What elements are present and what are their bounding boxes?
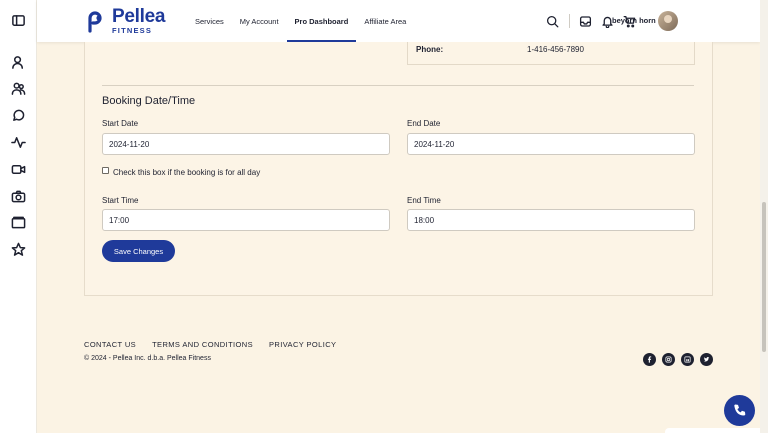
booking-section-title: Booking Date/Time [102, 95, 196, 107]
video-icon[interactable] [10, 161, 27, 178]
search-icon[interactable] [545, 14, 559, 28]
nav-services[interactable]: Services [187, 0, 232, 42]
main-nav: Services My Account Pro Dashboard Affili… [187, 0, 414, 42]
end-time-input[interactable]: 18:00 [407, 209, 695, 231]
copyright: © 2024 - Pellea Inc. d.b.a. Pellea Fitne… [84, 355, 211, 362]
scrollbar-thumb[interactable] [762, 202, 766, 352]
footer-link-privacy[interactable]: PRIVACY POLICY [269, 340, 336, 349]
end-time-label: End Time [407, 196, 441, 205]
brand-logo[interactable]: Pellea FITNESS [84, 6, 166, 36]
brand-sub: FITNESS [112, 26, 153, 36]
end-date-label: End Date [407, 119, 441, 128]
twitter-icon[interactable] [700, 353, 713, 366]
call-button[interactable] [724, 395, 755, 426]
start-time-input[interactable]: 17:00 [102, 209, 390, 231]
users-icon[interactable] [10, 80, 27, 97]
header-divider [569, 14, 570, 28]
avatar[interactable] [658, 11, 678, 31]
facebook-icon[interactable] [643, 353, 656, 366]
footer-links: CONTACT US TERMS AND CONDITIONS PRIVACY … [84, 340, 352, 349]
nav-pro-dashboard[interactable]: Pro Dashboard [286, 0, 357, 42]
phone-icon [733, 404, 745, 415]
section-divider [102, 85, 694, 86]
user-name[interactable]: beyorn horn [612, 16, 656, 25]
brand-name: Pellea [112, 6, 166, 28]
star-icon[interactable] [10, 241, 27, 258]
sidebar [0, 0, 37, 433]
start-date-label: Start Date [102, 119, 139, 128]
logo-mark-icon [88, 11, 102, 33]
camera-icon[interactable] [10, 188, 27, 205]
save-changes-button[interactable]: Save Changes [102, 240, 175, 262]
chat-icon[interactable] [10, 107, 27, 124]
all-day-label[interactable]: Check this box if the booking is for all… [113, 168, 260, 177]
footer-link-contact[interactable]: CONTACT US [84, 340, 136, 349]
user-icon[interactable] [10, 54, 27, 71]
nav-my-account[interactable]: My Account [232, 0, 287, 42]
folder-icon[interactable] [10, 214, 27, 231]
sidebar-toggle-icon[interactable] [10, 12, 27, 29]
instagram-icon[interactable] [662, 353, 675, 366]
start-date-input[interactable]: 2024-11-20 [102, 133, 390, 155]
social-links [643, 353, 719, 366]
all-day-checkbox[interactable] [102, 167, 109, 174]
end-date-input[interactable]: 2024-11-20 [407, 133, 695, 155]
start-time-label: Start Time [102, 196, 139, 205]
bottom-widget-edge [665, 428, 760, 433]
inbox-icon[interactable] [578, 14, 592, 28]
phone-value: 1-416-456-7890 [527, 45, 584, 54]
activity-icon[interactable] [10, 134, 27, 151]
linkedin-icon[interactable] [681, 353, 694, 366]
phone-label: Phone: [416, 45, 444, 54]
nav-affiliate-area[interactable]: Affiliate Area [356, 0, 414, 42]
footer-link-terms[interactable]: TERMS AND CONDITIONS [152, 340, 253, 349]
